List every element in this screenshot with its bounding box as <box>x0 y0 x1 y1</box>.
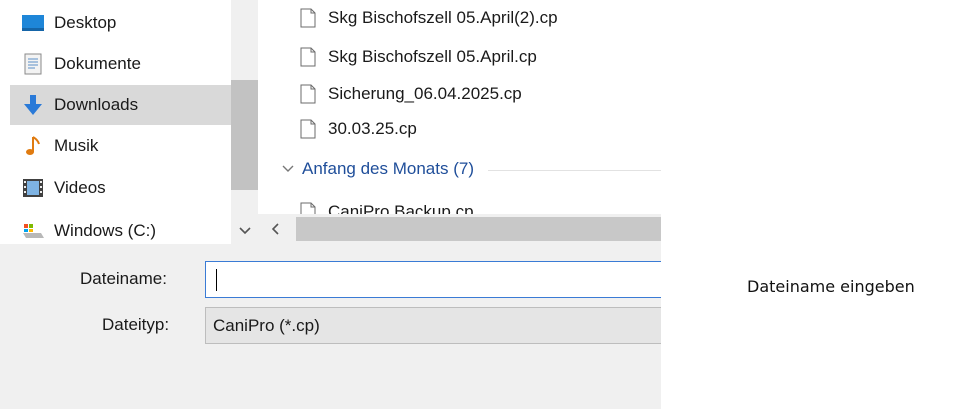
scrollbar-thumb[interactable] <box>296 217 661 241</box>
chevron-down-icon <box>238 227 251 235</box>
nav-item-label: Musik <box>54 136 99 155</box>
file-name: Skg Bischofszell 05.April(2).cp <box>328 8 558 27</box>
file-icon <box>300 8 316 28</box>
file-item[interactable]: Skg Bischofszell 05.April(2).cp <box>300 3 558 33</box>
text-caret <box>216 269 217 291</box>
file-name: CaniPro Backup.cp <box>328 202 474 214</box>
nav-item-videos[interactable]: Videos <box>10 168 231 208</box>
filename-label: Dateiname: <box>80 269 167 288</box>
navigation-pane: Desktop Dokumente Downloads Musik Videos <box>0 0 231 244</box>
desktop-icon <box>20 11 46 35</box>
videos-icon <box>20 176 46 200</box>
file-icon <box>300 202 316 214</box>
file-item[interactable]: Sicherung_06.04.2025.cp <box>300 79 522 109</box>
file-name: Sicherung_06.04.2025.cp <box>328 84 522 103</box>
downloads-icon <box>20 93 46 117</box>
nav-item-downloads[interactable]: Downloads <box>10 85 231 125</box>
file-item[interactable]: CaniPro Backup.cp <box>300 197 474 214</box>
file-list-horizontal-scrollbar[interactable] <box>258 214 661 244</box>
chevron-left-icon <box>272 223 279 235</box>
scroll-left-arrow[interactable] <box>258 214 294 244</box>
filename-input[interactable] <box>205 261 661 298</box>
file-name: Skg Bischofszell 05.April.cp <box>328 47 537 66</box>
nav-item-label: Windows (C:) <box>54 221 157 240</box>
chevron-down-icon <box>282 165 294 172</box>
file-item[interactable]: Skg Bischofszell 05.April.cp <box>300 42 537 72</box>
nav-item-musik[interactable]: Musik <box>10 126 231 166</box>
file-icon <box>300 84 316 104</box>
group-divider <box>487 169 661 171</box>
save-dialog: Desktop Dokumente Downloads Musik Videos <box>0 0 661 409</box>
group-label: Anfang des Monats (7) <box>302 159 474 178</box>
drive-icon <box>20 219 46 243</box>
file-icon <box>300 119 316 139</box>
nav-item-dokumente[interactable]: Dokumente <box>10 44 231 84</box>
file-name: 30.03.25.cp <box>328 119 417 138</box>
group-header[interactable]: Anfang des Monats (7) <box>280 159 661 179</box>
navigation-scrollbar[interactable] <box>231 0 258 244</box>
scrollbar-thumb[interactable] <box>231 80 258 190</box>
filetype-select[interactable]: CaniPro (*.cp) <box>205 307 661 344</box>
file-item[interactable]: 30.03.25.cp <box>300 114 417 144</box>
filetype-label: Dateityp: <box>102 315 170 334</box>
filetype-value: CaniPro (*.cp) <box>213 315 320 335</box>
file-icon <box>300 47 316 67</box>
nav-item-label: Downloads <box>54 95 139 114</box>
nav-item-label: Dokumente <box>54 54 141 73</box>
scroll-down-arrow[interactable] <box>231 218 258 244</box>
nav-item-label: Desktop <box>54 13 117 32</box>
nav-item-windows-c[interactable]: Windows (C:) <box>10 211 231 251</box>
file-list: Skg Bischofszell 05.April(2).cp Skg Bisc… <box>258 0 661 214</box>
nav-item-label: Videos <box>54 178 106 197</box>
documents-icon <box>20 52 46 76</box>
music-icon <box>20 134 46 158</box>
nav-item-desktop[interactable]: Desktop <box>10 3 231 43</box>
instruction-annotation: Dateiname eingeben <box>747 277 915 296</box>
